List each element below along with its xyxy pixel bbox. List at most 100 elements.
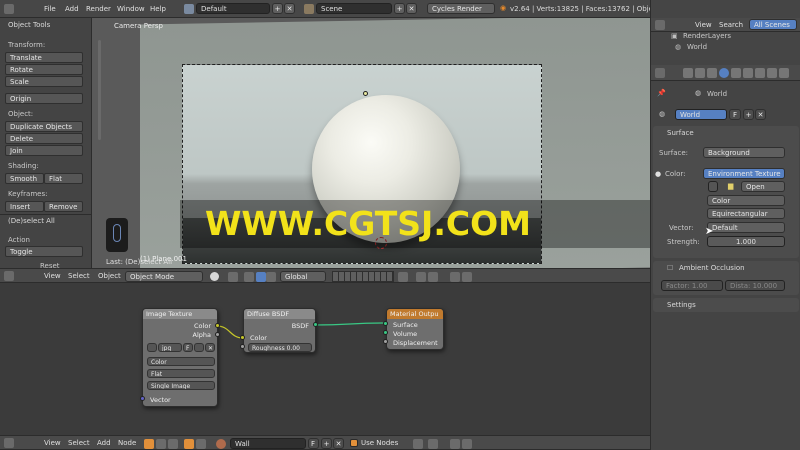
rotate-button[interactable]: Rotate [5, 64, 83, 75]
material-name-field[interactable]: Wall [230, 438, 306, 449]
ao-enable-checkbox[interactable]: ☐ [667, 264, 673, 273]
outliner-item-world[interactable]: ◍ World [675, 43, 795, 53]
color-input-socket-icon[interactable]: ● [655, 170, 661, 179]
image-texture-color-output-socket[interactable] [215, 323, 220, 328]
screen-layout-field[interactable]: Default [196, 3, 270, 14]
image-texture-node[interactable]: Image Texture Color Alpha jpg F ✕ Color … [142, 308, 218, 407]
world-datablock-icon[interactable]: ◍ [659, 110, 665, 119]
compositing-nodes-icon[interactable] [156, 439, 166, 449]
outliner-display-mode-select[interactable]: All Scenes [749, 19, 797, 30]
world-remove-button[interactable]: ✕ [755, 109, 766, 120]
output-displacement-input-socket[interactable] [383, 339, 388, 344]
rotate-manipulator-icon[interactable] [266, 272, 276, 282]
diffuse-bsdf-output-socket[interactable] [313, 322, 318, 327]
screen-layout-icon[interactable] [184, 4, 194, 14]
diffuse-color-input-socket[interactable] [240, 335, 245, 340]
color-input-select[interactable]: Environment Texture [703, 168, 785, 179]
diffuse-bsdf-node-title[interactable]: Diffuse BSDF [244, 309, 315, 319]
insert-keyframe-button[interactable]: Insert [5, 201, 44, 212]
scene-tab-icon[interactable] [707, 68, 717, 78]
render-preview-icon[interactable] [450, 272, 460, 282]
flat-button[interactable]: Flat [44, 173, 83, 184]
world-shader-icon[interactable] [196, 439, 206, 449]
pin-icon[interactable]: 📌 [657, 89, 666, 98]
image-color-space-select[interactable]: Color [147, 357, 215, 366]
scene-add-button[interactable]: + [394, 3, 405, 14]
opengl-render-icon[interactable] [462, 272, 472, 282]
diffuse-roughness-field[interactable]: Roughness 0.00 [248, 343, 312, 352]
image-source-select[interactable]: Single Image [147, 381, 215, 390]
info-editor-icon[interactable] [4, 4, 14, 14]
node-menu-view[interactable]: View [44, 437, 61, 449]
translate-manipulator-icon[interactable] [256, 272, 266, 282]
image-fake-user-button[interactable]: F [183, 343, 193, 352]
material-tab-icon[interactable] [767, 68, 777, 78]
menu-render[interactable]: Render [86, 3, 111, 15]
outliner-menu-search[interactable]: Search [719, 19, 743, 31]
settings-panel-title[interactable]: Settings [667, 301, 696, 310]
node-menu-select[interactable]: Select [68, 437, 90, 449]
image-open-button[interactable]: Open [741, 181, 785, 192]
world-name-field[interactable]: World [675, 109, 727, 120]
surface-panel-title[interactable]: Surface [667, 129, 694, 138]
menu-window[interactable]: Window [117, 3, 145, 15]
world-tab-icon[interactable] [719, 68, 729, 78]
strength-field[interactable]: 1.000 [707, 236, 785, 247]
object-shader-icon[interactable] [184, 439, 194, 449]
image-file-field[interactable]: jpg [158, 343, 182, 352]
image-texture-vector-input-socket[interactable] [140, 396, 145, 401]
vector-input-select[interactable]: Default [707, 222, 785, 233]
world-add-button[interactable]: + [743, 109, 754, 120]
ao-distance-field[interactable]: Dista: 10.000 [725, 280, 785, 291]
material-add-button[interactable]: + [321, 438, 332, 449]
node-editor-type-icon[interactable] [4, 438, 14, 448]
output-volume-input-socket[interactable] [383, 330, 388, 335]
scene-remove-button[interactable]: ✕ [406, 3, 417, 14]
material-fake-user-button[interactable]: F [308, 438, 319, 449]
properties-editor-icon[interactable] [655, 68, 665, 78]
color-space-select[interactable]: Color [707, 195, 785, 206]
image-open-icon[interactable] [194, 343, 204, 352]
node-tree-alt-icon[interactable] [462, 439, 472, 449]
deselect-all-panel-title[interactable]: (De)select All [8, 217, 55, 226]
render-layers-tab-icon[interactable] [695, 68, 705, 78]
layer-buttons[interactable] [332, 271, 394, 282]
node-menu-node[interactable]: Node [118, 437, 136, 449]
image-unlink-button[interactable]: ✕ [205, 343, 215, 352]
object-mode-select[interactable]: Object Mode [125, 271, 203, 282]
menu-add[interactable]: Add [65, 3, 79, 15]
material-browse-icon[interactable] [216, 439, 226, 449]
translate-button[interactable]: Translate [5, 52, 83, 63]
image-texture-alpha-output-socket[interactable] [215, 332, 220, 337]
duplicate-objects-button[interactable]: Duplicate Objects [5, 121, 83, 132]
origin-button[interactable]: Origin [5, 93, 83, 104]
use-nodes-checkbox[interactable] [350, 439, 358, 447]
action-select[interactable]: Toggle [5, 246, 83, 257]
delete-button[interactable]: Delete [5, 133, 83, 144]
object-tab-icon[interactable] [731, 68, 741, 78]
viewport-shading-icon[interactable] [210, 272, 219, 281]
scene-field[interactable]: Scene [316, 3, 392, 14]
output-surface-input-socket[interactable] [383, 321, 388, 326]
outliner-editor-icon[interactable] [655, 20, 665, 30]
surface-shader-select[interactable]: Background [703, 147, 785, 158]
material-output-node[interactable]: Material Outpu Surface Volume Displaceme… [386, 308, 444, 350]
image-browse-icon[interactable] [147, 343, 157, 352]
shader-nodes-icon[interactable] [144, 439, 154, 449]
image-folder-icon[interactable]: ▆ [728, 182, 733, 191]
ambient-occlusion-panel-title[interactable]: Ambient Occlusion [679, 264, 745, 273]
world-fake-user-button[interactable]: F [729, 109, 741, 120]
pivot-point-icon[interactable] [228, 272, 238, 282]
snap-element-icon[interactable] [428, 272, 438, 282]
backdrop-icon[interactable] [428, 439, 438, 449]
menu-help[interactable]: Help [150, 3, 166, 15]
3d-view-editor-icon[interactable] [4, 271, 14, 281]
screen-remove-button[interactable]: ✕ [284, 3, 295, 14]
viewport-menu-object[interactable]: Object [98, 270, 121, 282]
lock-layers-icon[interactable] [398, 272, 408, 282]
navigation-gizmo[interactable] [106, 218, 128, 252]
image-projection-select[interactable]: Flat [147, 369, 215, 378]
image-browse-button[interactable] [708, 181, 718, 192]
screen-add-button[interactable]: + [272, 3, 283, 14]
outliner-menu-view[interactable]: View [695, 19, 712, 31]
